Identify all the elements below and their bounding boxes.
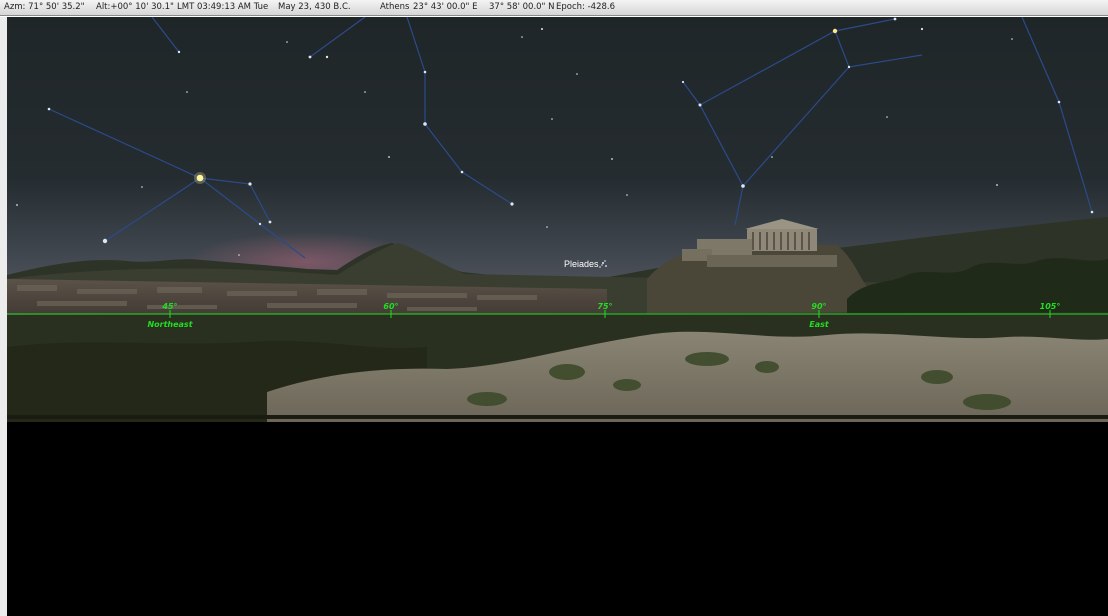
latitude-readout: 37° 58' 00.0" N	[489, 2, 555, 12]
horizon-degree-label: 45°	[161, 302, 177, 311]
sky-view[interactable]: Pleiades 45° Northeast 60° 75° 90° East 105°	[7, 17, 1108, 616]
status-bar: Azm: 71° 50' 35.2" Alt:+00° 10' 30.1" LM…	[0, 0, 1108, 16]
altitude-readout: Alt:+00° 10' 30.1"	[96, 2, 174, 12]
horizon-direction-label: East	[809, 320, 830, 329]
star-bright[interactable]	[832, 28, 838, 34]
pleiades-label: Pleiades	[564, 259, 599, 269]
horizon-direction-label: Northeast	[147, 320, 193, 329]
location-name: Athens	[380, 2, 410, 12]
horizon-degree-label: 75°	[597, 302, 612, 311]
ground-edge	[7, 415, 1108, 419]
horizon-degree-label: 60°	[383, 302, 398, 311]
horizon-degree-label: 105°	[1040, 302, 1061, 311]
window-left-edge	[0, 17, 7, 616]
horizon-degree-label: 90°	[811, 302, 826, 311]
date-readout: May 23, 430 B.C.	[278, 2, 351, 12]
sky-canvas[interactable]: Pleiades 45° Northeast 60° 75° 90° East 105°	[7, 17, 1108, 616]
longitude-readout: 23° 43' 00.0" E	[413, 2, 478, 12]
epoch-readout: Epoch: -428.6	[556, 2, 615, 12]
planet-halo	[194, 172, 206, 184]
azimuth-readout: Azm: 71° 50' 35.2"	[4, 2, 85, 12]
local-time-readout: LMT 03:49:13 AM Tue	[177, 2, 269, 12]
